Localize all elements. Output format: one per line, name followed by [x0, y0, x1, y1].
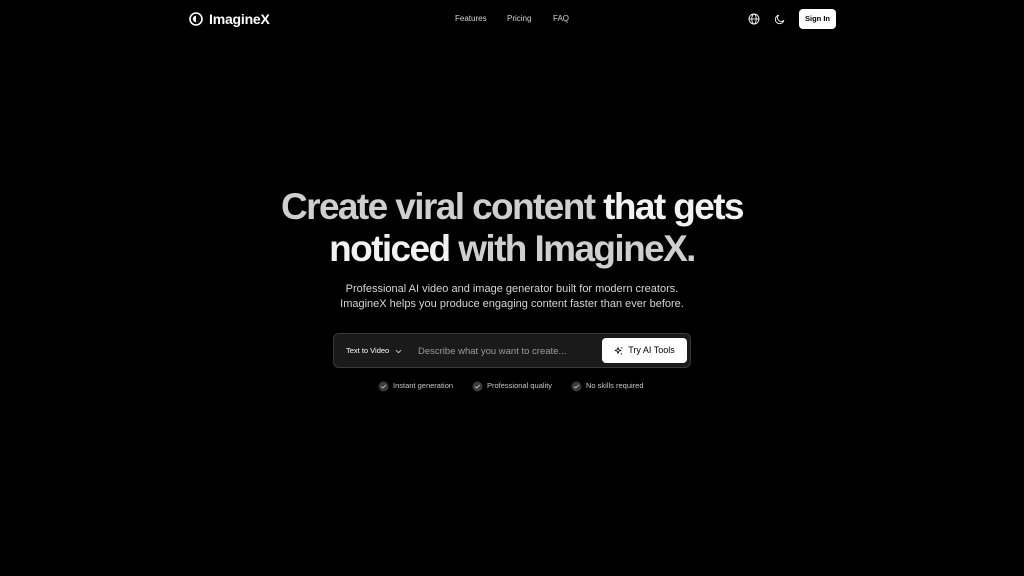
nav-link-faq[interactable]: FAQ	[553, 12, 569, 26]
hero-headline-part: with ImagineX.	[458, 228, 696, 269]
check-circle-icon	[378, 381, 389, 391]
feature-item: Instant generation	[378, 380, 453, 392]
hero-headline-part: noticed	[329, 228, 451, 269]
try-ai-tools-label: Try AI Tools	[628, 345, 675, 355]
nav-link-pricing[interactable]: Pricing	[507, 12, 531, 26]
check-circle-icon	[472, 381, 483, 391]
chevron-down-icon	[395, 349, 402, 353]
main-nav: Features Pricing FAQ	[0, 12, 1024, 26]
feature-item: No skills required	[571, 380, 644, 392]
hero-headline-line-1: Create viral content that gets	[0, 186, 1024, 228]
language-button[interactable]	[747, 12, 761, 26]
feature-label: Professional quality	[487, 381, 553, 390]
nav-link-features[interactable]: Features	[455, 12, 487, 26]
hero-headline-part: Create viral content	[281, 186, 596, 227]
theme-toggle-button[interactable]	[773, 12, 787, 26]
globe-icon	[748, 13, 760, 25]
check-circle-icon	[571, 381, 582, 391]
mode-dropdown[interactable]: Text to Video	[346, 344, 402, 358]
hero-headline: Create viral content that gets noticed w…	[0, 186, 1024, 270]
sparkle-icon	[614, 346, 624, 355]
prompt-input[interactable]	[418, 341, 596, 361]
feature-list: Instant generation Professional quality …	[0, 380, 1024, 392]
hero-headline-part: that gets	[603, 186, 744, 227]
moon-icon	[774, 14, 785, 25]
hero-headline-line-2: noticed with ImagineX.	[0, 228, 1024, 270]
top-nav-bar: ImagineX Features Pricing FAQ Sign In	[0, 0, 1024, 38]
sign-in-button[interactable]: Sign In	[799, 9, 836, 29]
hero-subtitle: Professional AI video and image generato…	[0, 282, 1024, 312]
try-ai-tools-button[interactable]: Try AI Tools	[602, 338, 687, 363]
feature-item: Professional quality	[472, 380, 552, 392]
landing-page: ImagineX Features Pricing FAQ Sign In Cr…	[0, 0, 1024, 576]
feature-label: Instant generation	[393, 381, 454, 390]
hero-subtitle-line: ImagineX helps you produce engaging cont…	[340, 298, 684, 310]
mode-dropdown-label: Text to Video	[346, 346, 390, 355]
feature-label: No skills required	[586, 381, 644, 390]
prompt-bar: Text to Video Try AI Tools	[333, 333, 691, 368]
hero-subtitle-line: Professional AI video and image generato…	[345, 283, 679, 295]
